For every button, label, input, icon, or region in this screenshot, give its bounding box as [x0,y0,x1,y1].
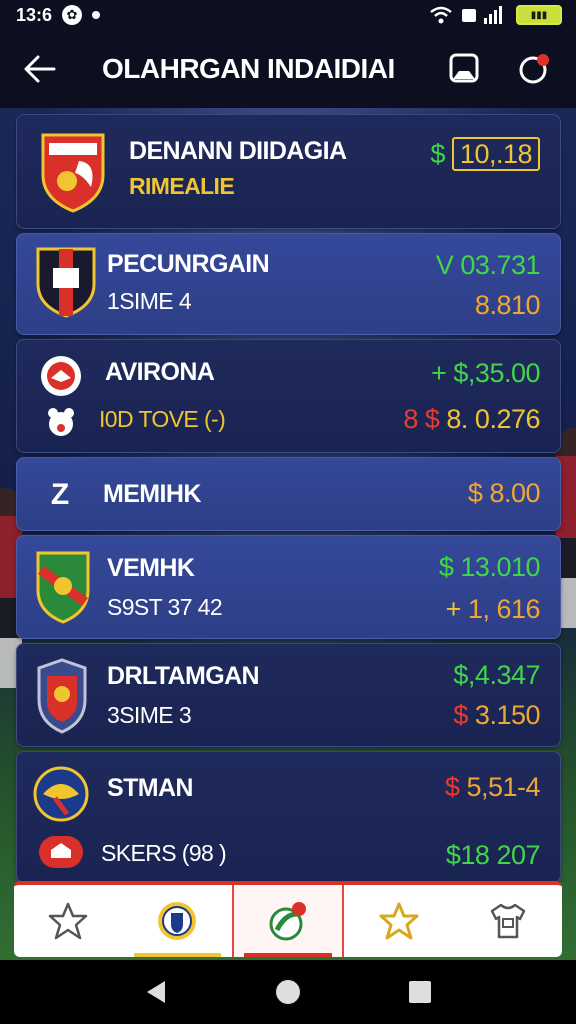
team-name: VEMHK [107,554,195,582]
team-value-bottom: + 1, 616 [445,594,541,624]
back-button[interactable] [20,49,60,89]
team-value-top: $ 5,51-4 [444,772,541,802]
club-crest-icon [33,764,89,824]
team-name: DENANN DIIDAGIA [129,137,347,165]
signal-icon [462,6,502,24]
app-notification-icon: ✿ [62,5,83,25]
team-value-bottom: 8 $ 8. 0.276 [403,404,540,434]
tab-favorites[interactable] [14,885,123,957]
system-nav-bar [0,960,576,1024]
wifi-icon [430,6,452,24]
notifications-button[interactable] [512,47,556,91]
app-bar: OLAHRGAN INDAIDIAI [0,30,576,108]
list-item[interactable]: VEMHK S9ST 37 42 $ 13.010 + 1, 616 [16,535,561,639]
team-name: PECUNRGAIN [107,250,270,278]
list-item[interactable]: DENANN DIIDAGIA RIMEALIE $ 10,.18 [16,114,561,229]
dot-icon [92,11,101,19]
team-value: $ 8.00 [467,478,541,508]
bear-icon [45,406,77,438]
club-crest-icon [31,658,93,734]
arrow-left-icon [24,55,56,83]
team-name: DRLTAMGAN [107,662,260,690]
nav-recents-icon [409,981,431,1003]
team-subtitle: 3SIME 3 [107,702,192,728]
team-name: MEMIHK [103,480,201,508]
club-crest-icon [39,354,83,398]
club-z-icon: Z [50,478,70,511]
star-outline-icon [49,902,88,940]
team-value-bottom: $18 207 [445,840,541,870]
team-subtitle: I0D TOVE (-) [99,406,226,432]
home-icon [39,836,83,868]
list-item[interactable]: PECUNRGAIN 1SIME 4 V 03.731 8.810 [16,233,561,335]
team-value-top: + $,35.00 [431,358,540,388]
club-crest-icon [158,902,197,940]
club-crest-icon [35,550,91,624]
star-gold-icon [379,902,419,940]
jersey-icon [490,903,525,939]
team-value-top: $,4.347 [453,660,540,690]
status-time: 13:6 [16,4,53,25]
tab-indicator-active [244,953,332,957]
team-subtitle: S9ST 37 42 [107,594,223,620]
tab-matches[interactable] [231,885,345,957]
nav-home-icon [276,980,300,1004]
notification-icon [519,54,549,84]
list-item[interactable]: STMAN SKERS (98 ) $ 5,51-4 $18 207 [16,751,561,883]
tab-club[interactable] [123,885,232,957]
team-value-bottom: $ 3.150 [453,700,540,730]
club-crest-icon [35,246,97,318]
team-subtitle: 1SIME 4 [107,288,192,314]
tab-indicator [133,953,221,957]
tab-kit[interactable] [453,885,562,957]
list-item[interactable]: Z MEMIHK $ 8.00 [16,457,561,531]
battery-icon: ▮▮▮ [516,5,562,25]
status-bar: 13:6 ✿ ▮▮▮ [0,0,576,30]
team-value: $ 10,.18 [430,137,540,171]
team-subtitle: RIMEALIE [129,173,235,199]
team-list: DENANN DIIDAGIA RIMEALIE $ 10,.18 PECUNR… [16,114,561,887]
team-name: STMAN [107,774,193,802]
ball-icon [269,902,306,941]
team-value-top: V 03.731 [435,250,541,280]
team-value-top: $ 13.010 [438,552,541,582]
team-name: AVIRONA [105,358,215,386]
nav-recents-button[interactable] [400,972,440,1012]
list-item[interactable]: DRLTAMGAN 3SIME 3 $,4.347 $ 3.150 [16,643,561,747]
tab-top-rated[interactable] [344,885,453,957]
nav-back-button[interactable] [136,972,176,1012]
nav-home-button[interactable] [268,972,308,1012]
club-crest-icon [39,131,107,213]
nav-back-icon [147,981,165,1003]
bookmark-icon [449,53,479,83]
team-subtitle: SKERS (98 ) [101,840,227,866]
list-item[interactable]: AVIRONA I0D TOVE (-) + $,35.00 8 $ 8. 0.… [16,339,561,453]
page-title: OLAHRGAN INDAIDIAI [102,53,395,84]
bottom-tab-bar [14,881,562,957]
team-value-bottom: 8.810 [474,290,541,320]
save-button[interactable] [442,47,486,91]
